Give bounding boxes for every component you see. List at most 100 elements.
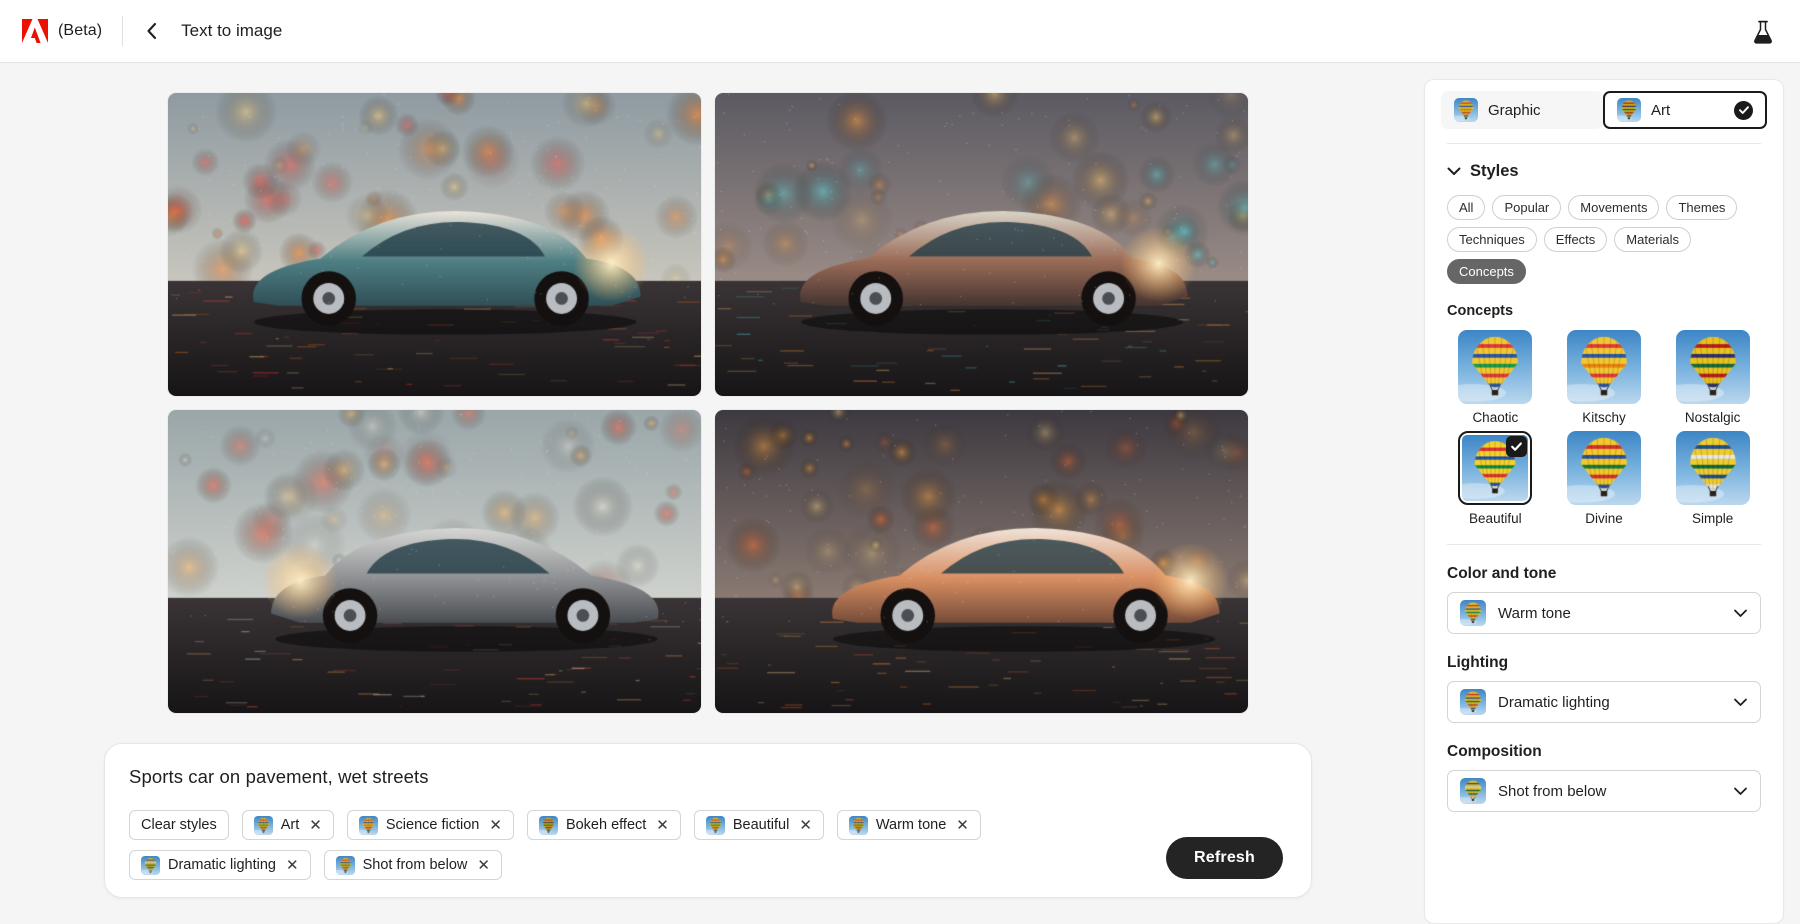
- close-icon[interactable]: ✕: [656, 818, 669, 833]
- balloon-thumbnail-icon: [1617, 98, 1641, 122]
- style-filter-tabs: All Popular Movements Themes Techniques …: [1447, 195, 1761, 284]
- close-icon[interactable]: ✕: [956, 818, 969, 833]
- composition-dropdown[interactable]: Shot from below: [1447, 770, 1761, 812]
- balloon-thumbnail-icon: [1567, 431, 1641, 505]
- chevron-down-icon: [1733, 783, 1748, 800]
- concept-chaotic[interactable]: Chaotic: [1447, 330, 1544, 425]
- chevron-down-icon: [1447, 162, 1461, 181]
- style-filter-themes[interactable]: Themes: [1666, 195, 1737, 220]
- color-and-tone-value: Warm tone: [1498, 605, 1721, 622]
- concepts-thumbnail-grid: Chaotic Kitschy Nostalgic Beautiful Divi…: [1447, 330, 1761, 526]
- top-bar: (Beta) Text to image: [0, 0, 1800, 63]
- beaker-icon[interactable]: [1748, 17, 1778, 47]
- balloon-thumbnail-icon: [1460, 778, 1486, 804]
- style-chip-bokeh-effect[interactable]: Bokeh effect ✕: [527, 810, 681, 840]
- styles-section-header[interactable]: Styles: [1447, 162, 1761, 181]
- chevron-down-icon: [1733, 694, 1748, 711]
- close-icon[interactable]: ✕: [477, 858, 490, 873]
- style-filter-techniques[interactable]: Techniques: [1447, 227, 1537, 252]
- beta-label: (Beta): [58, 22, 102, 40]
- close-icon[interactable]: ✕: [286, 858, 299, 873]
- balloon-thumbnail-icon: [336, 856, 355, 875]
- content-type-art[interactable]: Art: [1603, 91, 1767, 129]
- refresh-button[interactable]: Refresh: [1166, 837, 1283, 879]
- composition-label: Composition: [1447, 743, 1761, 761]
- panel-divider-2: [1447, 544, 1761, 545]
- chevron-left-icon[interactable]: [141, 20, 163, 42]
- style-chip-label: Dramatic lighting: [168, 857, 276, 873]
- prompt-bar: Sports car on pavement, wet streets Clea…: [104, 743, 1312, 898]
- style-filter-popular[interactable]: Popular: [1492, 195, 1561, 220]
- balloon-thumbnail-icon: [1676, 431, 1750, 505]
- style-filter-effects[interactable]: Effects: [1544, 227, 1608, 252]
- style-chip-science-fiction[interactable]: Science fiction ✕: [347, 810, 514, 840]
- style-chip-shot-from-below[interactable]: Shot from below ✕: [324, 850, 502, 880]
- generated-image-3[interactable]: [168, 410, 701, 713]
- content-type-graphic[interactable]: Graphic: [1441, 91, 1603, 129]
- balloon-thumbnail-icon: [359, 816, 378, 835]
- balloon-thumbnail-icon: [849, 816, 868, 835]
- concept-label: Divine: [1556, 511, 1653, 526]
- style-chip-list: Clear styles Art ✕ Science fiction ✕ Bok…: [129, 810, 1119, 880]
- generated-image-grid: [168, 93, 1248, 717]
- color-and-tone-label: Color and tone: [1447, 565, 1761, 583]
- style-chip-warm-tone[interactable]: Warm tone ✕: [837, 810, 981, 840]
- style-chip-label: Warm tone: [876, 817, 946, 833]
- clear-styles-label: Clear styles: [141, 817, 217, 833]
- prompt-input[interactable]: Sports car on pavement, wet streets: [129, 766, 1287, 788]
- concept-label: Chaotic: [1447, 410, 1544, 425]
- style-chip-beautiful[interactable]: Beautiful ✕: [694, 810, 824, 840]
- balloon-thumbnail-icon: [1458, 330, 1532, 404]
- lighting-label: Lighting: [1447, 654, 1761, 672]
- color-and-tone-dropdown[interactable]: Warm tone: [1447, 592, 1761, 634]
- style-filter-movements[interactable]: Movements: [1568, 195, 1659, 220]
- clear-styles-button[interactable]: Clear styles: [129, 810, 229, 840]
- style-filter-materials[interactable]: Materials: [1614, 227, 1691, 252]
- styles-header-label: Styles: [1470, 162, 1519, 181]
- style-chip-label: Art: [281, 817, 300, 833]
- balloon-thumbnail-icon: [539, 816, 558, 835]
- balloon-thumbnail-icon: [1676, 330, 1750, 404]
- concept-label: Simple: [1664, 511, 1761, 526]
- concept-beautiful[interactable]: Beautiful: [1447, 431, 1544, 526]
- balloon-thumbnail-icon: [254, 816, 273, 835]
- balloon-thumbnail-icon: [1460, 689, 1486, 715]
- adobe-logo-icon: [20, 17, 50, 45]
- generated-image-2[interactable]: [715, 93, 1248, 396]
- results-canvas: Sports car on pavement, wet streets Clea…: [0, 63, 1424, 924]
- concept-nostalgic[interactable]: Nostalgic: [1664, 330, 1761, 425]
- lighting-value: Dramatic lighting: [1498, 694, 1721, 711]
- style-chip-label: Science fiction: [386, 817, 480, 833]
- style-filter-concepts[interactable]: Concepts: [1447, 259, 1526, 284]
- concept-kitschy[interactable]: Kitschy: [1556, 330, 1653, 425]
- concept-simple[interactable]: Simple: [1664, 431, 1761, 526]
- generated-image-4[interactable]: [715, 410, 1248, 713]
- concepts-group-title: Concepts: [1447, 303, 1761, 319]
- lighting-dropdown[interactable]: Dramatic lighting: [1447, 681, 1761, 723]
- close-icon[interactable]: ✕: [799, 818, 812, 833]
- style-chip-label: Beautiful: [733, 817, 789, 833]
- composition-value: Shot from below: [1498, 783, 1721, 800]
- panel-divider-1: [1447, 143, 1761, 144]
- content-type-label: Graphic: [1488, 102, 1590, 119]
- content-type-label: Art: [1651, 102, 1724, 119]
- balloon-thumbnail-icon: [706, 816, 725, 835]
- balloon-thumbnail-icon: [1454, 98, 1478, 122]
- styles-side-panel: Graphic Art Styles All Popular Movements…: [1424, 79, 1784, 924]
- close-icon[interactable]: ✕: [489, 818, 502, 833]
- balloon-thumbnail-icon: [1567, 330, 1641, 404]
- style-chip-dramatic-lighting[interactable]: Dramatic lighting ✕: [129, 850, 311, 880]
- style-filter-all[interactable]: All: [1447, 195, 1485, 220]
- close-icon[interactable]: ✕: [309, 818, 322, 833]
- concept-label: Nostalgic: [1664, 410, 1761, 425]
- check-icon: [1734, 101, 1753, 120]
- content-type-toggle: Graphic Art: [1441, 80, 1767, 129]
- concept-label: Beautiful: [1447, 511, 1544, 526]
- check-icon: [1506, 436, 1527, 457]
- style-chip-art[interactable]: Art ✕: [242, 810, 334, 840]
- page-title: Text to image: [181, 21, 282, 41]
- generated-image-1[interactable]: [168, 93, 701, 396]
- style-chip-label: Shot from below: [363, 857, 468, 873]
- concept-divine[interactable]: Divine: [1556, 431, 1653, 526]
- balloon-thumbnail-icon: [141, 856, 160, 875]
